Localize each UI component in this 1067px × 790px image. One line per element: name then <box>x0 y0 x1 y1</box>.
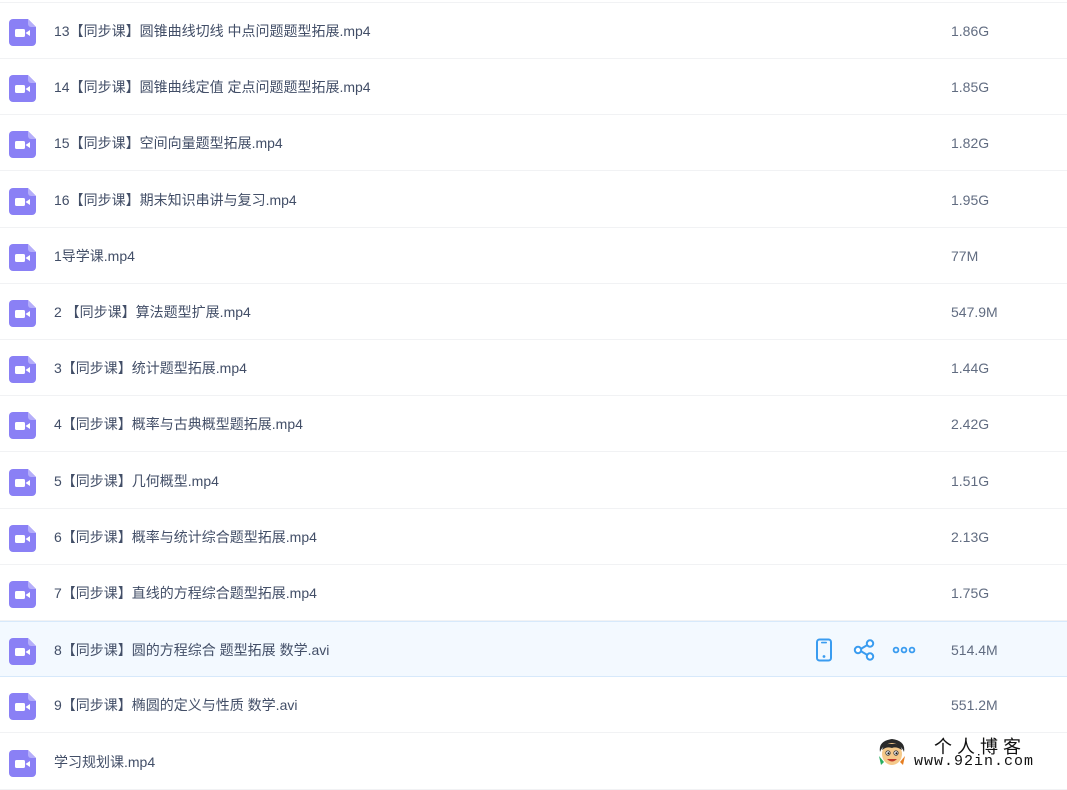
file-row-11[interactable]: 7【同步课】直线的方程综合题型拓展.mp4 1.75G <box>0 565 1067 621</box>
video-file-icon <box>9 187 36 215</box>
watermark-url: www.92in.com <box>914 753 1035 770</box>
file-size: 2.13G <box>951 528 990 545</box>
file-name: 15【同步课】空间向量题型拓展.mp4 <box>54 135 283 152</box>
file-name: 5【同步课】几何概型.mp4 <box>54 472 219 489</box>
file-name: 9【同步课】椭圆的定义与性质 数学.avi <box>54 697 298 714</box>
file-name: 8【同步课】圆的方程综合 题型拓展 数学.avi <box>54 642 330 659</box>
video-file-icon <box>9 468 36 496</box>
file-size: 1.82G <box>951 135 990 152</box>
file-row-5[interactable]: 1导学课.mp4 77M <box>0 228 1067 284</box>
video-file-icon <box>9 300 36 327</box>
file-name: 学习规划课.mp4 <box>54 753 156 770</box>
share-icon[interactable] <box>852 638 876 662</box>
file-row-3[interactable]: 15【同步课】空间向量题型拓展.mp4 1.82G <box>0 115 1067 172</box>
file-name: 3【同步课】统计题型拓展.mp4 <box>54 360 247 377</box>
file-name: 6【同步课】概率与统计综合题型拓展.mp4 <box>54 528 317 545</box>
file-row-4[interactable]: 16【同步课】期末知识串讲与复习.mp4 1.95G <box>0 172 1067 228</box>
file-size: 1.44G <box>951 360 990 377</box>
file-size: 1.51G <box>951 472 990 489</box>
file-row-13[interactable]: 9【同步课】椭圆的定义与性质 数学.avi 551.2M <box>0 677 1067 734</box>
video-file-icon <box>9 638 36 666</box>
video-file-icon <box>9 19 36 46</box>
file-size: 2.42G <box>951 416 990 433</box>
video-file-icon <box>9 581 36 608</box>
file-name: 16【同步课】期末知识串讲与复习.mp4 <box>54 191 297 208</box>
file-name: 1导学课.mp4 <box>54 247 135 264</box>
file-row-9[interactable]: 5【同步课】几何概型.mp4 1.51G <box>0 453 1067 509</box>
file-size: 1.75G <box>951 585 990 601</box>
file-list: 13【同步课】圆锥曲线切线 中点问题题型拓展.mp4 1.86G 14【同步课】… <box>0 0 1067 790</box>
file-row-2[interactable]: 14【同步课】圆锥曲线定值 定点问题题型拓展.mp4 1.85G <box>0 59 1067 116</box>
file-size: 1.85G <box>951 79 990 96</box>
file-size: 1.95G <box>951 191 990 208</box>
phone-icon[interactable] <box>812 638 836 662</box>
cartoon-face-icon <box>879 739 905 765</box>
video-file-icon <box>9 412 36 440</box>
watermark: 个人博客 www.92in.com <box>872 732 1067 773</box>
file-row-8[interactable]: 4【同步课】概率与古典概型题拓展.mp4 2.42G <box>0 396 1067 453</box>
file-size: 551.2M <box>951 697 998 714</box>
file-size: 77M <box>951 247 979 264</box>
file-name: 4【同步课】概率与古典概型题拓展.mp4 <box>54 416 303 433</box>
file-name: 7【同步课】直线的方程综合题型拓展.mp4 <box>54 585 317 601</box>
video-file-icon <box>9 243 36 271</box>
file-name: 2 【同步课】算法题型扩展.mp4 <box>54 304 251 320</box>
file-size: 1.86G <box>951 23 990 39</box>
video-file-icon <box>9 356 36 384</box>
more-icon[interactable] <box>892 638 916 662</box>
file-size: 514.4M <box>951 642 998 659</box>
file-row-6[interactable]: 2 【同步课】算法题型扩展.mp4 547.9M <box>0 284 1067 340</box>
file-row-10[interactable]: 6【同步课】概率与统计综合题型拓展.mp4 2.13G <box>0 509 1067 565</box>
video-file-icon <box>9 75 36 103</box>
file-row-7[interactable]: 3【同步课】统计题型拓展.mp4 1.44G <box>0 340 1067 397</box>
video-file-icon <box>9 524 36 552</box>
video-file-icon <box>9 693 36 721</box>
file-size: 547.9M <box>951 304 998 320</box>
file-row-12[interactable]: 8【同步课】圆的方程综合 题型拓展 数学.avi 514.4M <box>0 621 1067 678</box>
file-row-1[interactable]: 13【同步课】圆锥曲线切线 中点问题题型拓展.mp4 1.86G <box>0 3 1067 59</box>
video-file-icon <box>9 131 36 159</box>
file-name: 14【同步课】圆锥曲线定值 定点问题题型拓展.mp4 <box>54 79 371 96</box>
file-name: 13【同步课】圆锥曲线切线 中点问题题型拓展.mp4 <box>54 23 371 39</box>
